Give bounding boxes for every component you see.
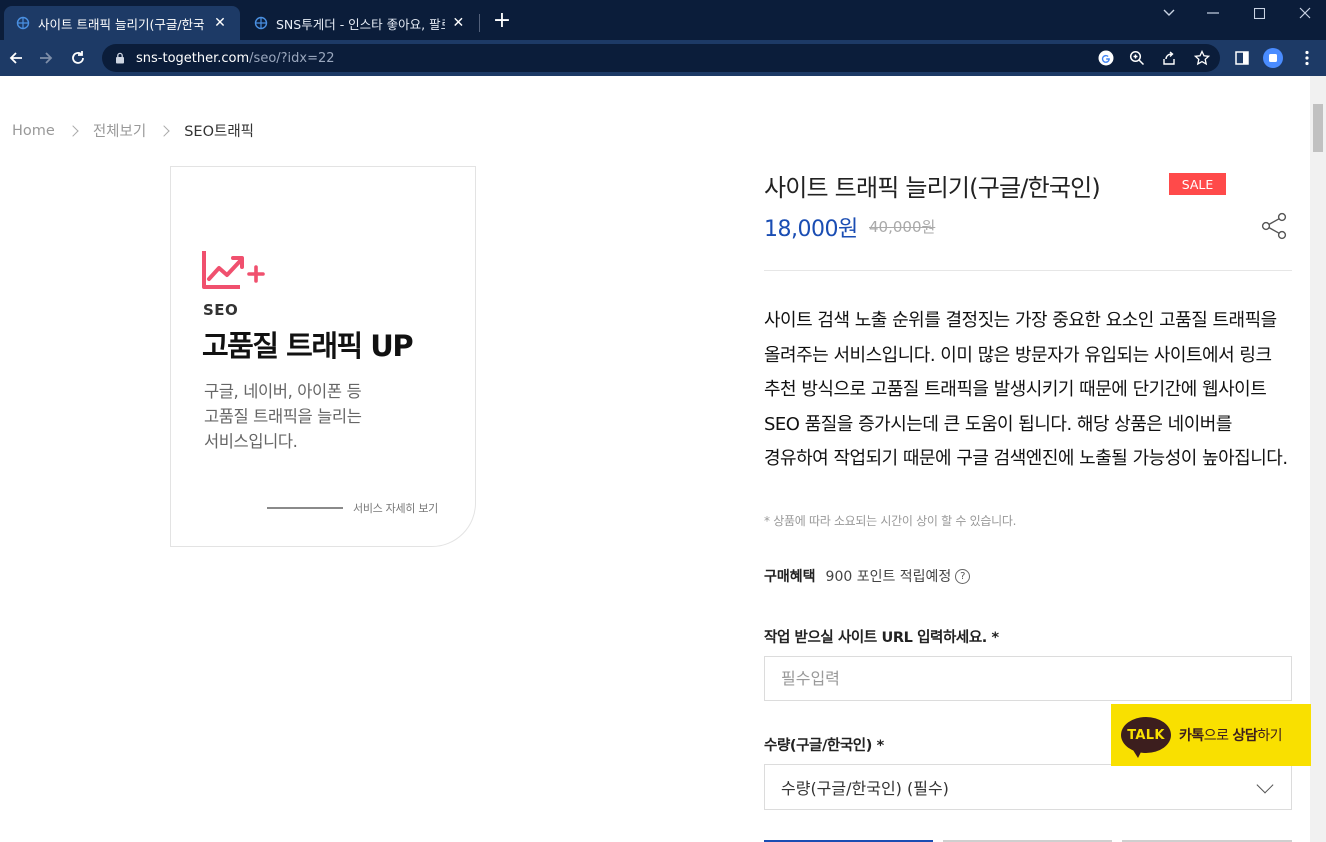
kakao-text-bold: 카톡: [1179, 728, 1204, 744]
card-seo-label: SEO: [203, 301, 239, 319]
card-headline: 고품질 트래픽 UP: [202, 329, 414, 363]
google-translate-icon[interactable]: [1097, 49, 1115, 67]
new-tab-button[interactable]: +: [490, 10, 514, 34]
card-desc-line: 서비스입니다.: [204, 432, 298, 451]
tab-title: 사이트 트래픽 늘리기(구글/한국: [38, 16, 205, 32]
time-note: * 상품에 따라 소요되는 시간이 상이 할 수 있습니다.: [764, 514, 1017, 528]
page-scrollbar[interactable]: [1310, 76, 1326, 842]
kakao-talk-label: 카톡으로 상담하기: [1179, 725, 1283, 745]
browser-toolbar: sns-together.com/seo/?idx=22: [0, 40, 1326, 76]
kakao-talk-icon: TALK: [1121, 717, 1171, 758]
info-divider: [764, 270, 1292, 271]
site-favicon-icon: [254, 16, 268, 30]
tab-search-chevron-icon[interactable]: [1146, 2, 1192, 24]
url-path: /seo/?idx=22: [249, 50, 335, 66]
minimize-button[interactable]: [1190, 2, 1236, 24]
share-icon[interactable]: [1260, 212, 1288, 240]
help-question-icon[interactable]: ?: [955, 568, 971, 584]
back-arrow-icon[interactable]: [4, 46, 28, 70]
zoom-icon[interactable]: [1128, 49, 1146, 67]
card-more-link[interactable]: 서비스 자세히 보기: [353, 500, 438, 516]
sale-badge: SALE: [1169, 173, 1226, 195]
quantity-select[interactable]: 수량(구글/한국인) (필수): [764, 764, 1292, 810]
product-price: 18,000원: [764, 217, 858, 242]
browser-tab-bar: 사이트 트래픽 늘리기(구글/한국 ✕ SNS투게더 - 인스타 좋아요, 팔로…: [0, 0, 1326, 40]
lock-icon: [116, 52, 124, 64]
side-panel-icon[interactable]: [1232, 48, 1252, 68]
forward-arrow-icon[interactable]: [34, 46, 58, 70]
breadcrumb-current[interactable]: SEO트래픽: [184, 120, 254, 141]
breadcrumb-home[interactable]: Home: [12, 123, 55, 139]
benefit-value: 900 포인트 적립예정: [825, 569, 952, 585]
url-field-label: 작업 받으실 사이트 URL 입력하세요. *: [764, 630, 999, 646]
card-more-divider: [267, 507, 343, 509]
maximize-button[interactable]: [1236, 2, 1282, 24]
close-window-button[interactable]: [1282, 2, 1326, 24]
card-description: 구글, 네이버, 아이폰 등 고품질 트래픽을 늘리는 서비스입니다.: [204, 379, 362, 454]
url-host: sns-together.com: [136, 50, 250, 66]
kakao-text: 으로: [1203, 728, 1233, 744]
bookmark-star-icon[interactable]: [1193, 49, 1211, 67]
product-description: 사이트 검색 노출 순위를 결정짓는 가장 중요한 요소인 고품질 트래픽을 올…: [764, 310, 1288, 469]
chevron-right-icon: [158, 124, 170, 137]
address-bar[interactable]: sns-together.com/seo/?idx=22: [102, 44, 1220, 72]
tab-active[interactable]: 사이트 트래픽 늘리기(구글/한국 ✕: [4, 6, 240, 40]
breadcrumb: Home 전체보기 SEO트래픽: [12, 120, 254, 141]
reload-icon[interactable]: [66, 46, 90, 70]
kakao-text-bold: 상담: [1232, 728, 1258, 744]
quantity-field-label: 수량(구글/한국인) *: [764, 738, 884, 754]
tab-close-icon[interactable]: ✕: [212, 15, 228, 31]
profile-avatar-icon[interactable]: [1263, 48, 1283, 68]
tab-close-icon[interactable]: ✕: [451, 15, 466, 31]
card-desc-line: 고품질 트래픽을 늘리는: [204, 407, 362, 426]
chevron-right-icon: [67, 124, 79, 137]
quantity-select-value: 수량(구글/한국인) (필수): [781, 779, 949, 798]
kakao-talk-button[interactable]: TALK 카톡으로 상담하기: [1111, 704, 1311, 766]
kakao-text: 하기: [1257, 728, 1283, 744]
menu-kebab-icon[interactable]: [1297, 48, 1317, 68]
site-url-input[interactable]: [764, 656, 1292, 701]
site-favicon-icon: [16, 16, 30, 30]
product-title: 사이트 트래픽 늘리기(구글/한국인): [764, 174, 1101, 202]
product-image-card: SEO 고품질 트래픽 UP 구글, 네이버, 아이폰 등 고품질 트래픽을 늘…: [170, 166, 476, 547]
original-price: 40,000원: [869, 218, 936, 236]
benefit-label: 구매혜택: [764, 569, 816, 585]
tab-separator: [479, 14, 480, 32]
chevron-down-icon: [1256, 776, 1274, 794]
scrollbar-thumb[interactable]: [1313, 104, 1323, 152]
tab-inactive[interactable]: SNS투게더 - 인스타 좋아요, 팔로 ✕: [242, 6, 478, 40]
tab-title: SNS투게더 - 인스타 좋아요, 팔로: [276, 16, 445, 32]
breadcrumb-all[interactable]: 전체보기: [93, 120, 146, 141]
card-desc-line: 구글, 네이버, 아이폰 등: [204, 382, 362, 401]
share-page-icon[interactable]: [1160, 49, 1178, 67]
trend-chart-plus-icon: [202, 251, 265, 289]
purchase-benefit: 구매혜택 900 포인트 적립예정 ?: [764, 566, 971, 586]
